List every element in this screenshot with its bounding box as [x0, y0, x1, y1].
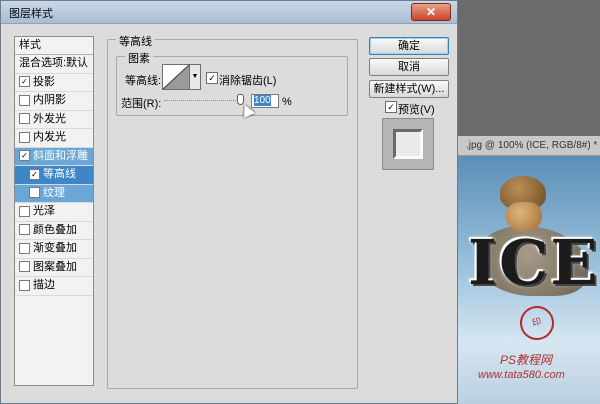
- style-item-label: 投影: [33, 75, 55, 88]
- range-slider-track[interactable]: [164, 100, 244, 102]
- watermark-title: PS教程网: [500, 353, 553, 367]
- elements-subgroup-title: 图素: [125, 50, 153, 66]
- preview-checkbox[interactable]: ✓: [385, 101, 397, 113]
- checkbox-checked-icon[interactable]: ✓: [29, 168, 40, 180]
- range-label: 范围(R):: [121, 98, 162, 110]
- style-item-satin[interactable]: 光泽: [15, 203, 93, 222]
- style-item-contour[interactable]: ✓ 等高线: [15, 166, 93, 185]
- checkbox-icon[interactable]: [19, 94, 30, 106]
- checkbox-icon[interactable]: [19, 224, 30, 236]
- style-item-label: 混合选项:默认: [19, 57, 89, 69]
- styles-header[interactable]: 样式: [15, 37, 93, 55]
- style-item-drop-shadow[interactable]: ✓ 投影: [15, 74, 93, 92]
- contour-group-title: 等高线: [116, 33, 155, 49]
- contour-dropdown-button[interactable]: ▼: [190, 64, 201, 90]
- style-item-gradient-overlay[interactable]: 渐变叠加: [15, 240, 93, 259]
- dropdown-arrow-icon: ▼: [191, 73, 199, 80]
- checkbox-icon[interactable]: [29, 187, 40, 199]
- layer-style-dialog: 图层样式 ✕ 样式 混合选项:默认 ✓ 投影 内阴影 外发光 内发光 ✓ 斜面和浮雕…: [0, 0, 458, 404]
- checkbox-icon[interactable]: [19, 279, 30, 291]
- style-item-outer-glow[interactable]: 外发光: [15, 111, 93, 129]
- style-item-bevel-emboss[interactable]: ✓ 斜面和浮雕: [15, 147, 93, 166]
- watermark-url: www.tata580.com: [478, 369, 565, 381]
- style-item-label: 等高线: [43, 168, 76, 180]
- antialias-checkbox[interactable]: ✓: [206, 72, 218, 84]
- style-item-label: 图案叠加: [33, 260, 77, 273]
- style-item-pattern-overlay[interactable]: 图案叠加: [15, 259, 93, 277]
- ice-text-layer: ICE: [468, 226, 600, 299]
- contour-picker[interactable]: [162, 64, 190, 90]
- style-item-label: 外发光: [33, 112, 66, 125]
- preview-swatch: [393, 129, 423, 159]
- seal-stamp: 印: [516, 302, 558, 344]
- style-item-label: 描边: [33, 279, 55, 291]
- new-style-button[interactable]: 新建样式(W)...: [369, 80, 449, 98]
- contour-label: 等高线:: [125, 75, 162, 87]
- antialias-label: 消除锯齿(L): [219, 75, 277, 87]
- style-item-label: 内阴影: [33, 94, 66, 106]
- style-item-stroke[interactable]: 描边: [15, 277, 93, 296]
- style-item-label: 颜色叠加: [33, 223, 77, 236]
- checkbox-icon[interactable]: [19, 113, 30, 125]
- style-preview: [382, 118, 434, 170]
- cancel-button[interactable]: 取消: [369, 58, 449, 76]
- style-item-color-overlay[interactable]: 颜色叠加: [15, 222, 93, 240]
- close-icon: ✕: [425, 5, 437, 19]
- close-button[interactable]: ✕: [411, 3, 451, 21]
- style-item-inner-shadow[interactable]: 内阴影: [15, 92, 93, 111]
- preview-label: 预览(V): [398, 104, 435, 116]
- styles-list: 样式 混合选项:默认 ✓ 投影 内阴影 外发光 内发光 ✓ 斜面和浮雕 ✓ 等高线 纹…: [14, 36, 94, 386]
- document-canvas: ICE 印 PS教程网 www.tata580.com: [458, 156, 600, 404]
- checkbox-checked-icon[interactable]: ✓: [19, 150, 30, 162]
- checkbox-icon[interactable]: [19, 205, 30, 217]
- style-item-texture[interactable]: 纹理: [15, 184, 93, 203]
- style-item-inner-glow[interactable]: 内发光: [15, 129, 93, 148]
- range-value: 100: [254, 95, 271, 106]
- range-input[interactable]: 100: [251, 94, 279, 108]
- style-item-blending-options[interactable]: 混合选项:默认: [15, 55, 93, 74]
- contour-curve-icon: [163, 65, 189, 89]
- style-item-label: 斜面和浮雕: [33, 149, 88, 162]
- ok-button[interactable]: 确定: [369, 37, 449, 55]
- checkbox-icon[interactable]: [19, 242, 30, 254]
- checkbox-checked-icon[interactable]: ✓: [19, 76, 30, 88]
- style-item-label: 渐变叠加: [33, 242, 77, 254]
- style-item-label: 纹理: [43, 186, 65, 199]
- document-tab[interactable]: .jpg @ 100% (ICE, RGB/8#) *: [458, 136, 600, 156]
- range-slider-handle[interactable]: [237, 94, 244, 105]
- dialog-title: 图层样式: [9, 8, 53, 20]
- range-unit: %: [282, 96, 292, 108]
- dialog-titlebar[interactable]: 图层样式 ✕: [1, 1, 457, 24]
- checkbox-icon[interactable]: [19, 261, 30, 273]
- style-item-label: 内发光: [33, 131, 66, 143]
- style-item-label: 光泽: [33, 205, 55, 217]
- checkbox-icon[interactable]: [19, 131, 30, 143]
